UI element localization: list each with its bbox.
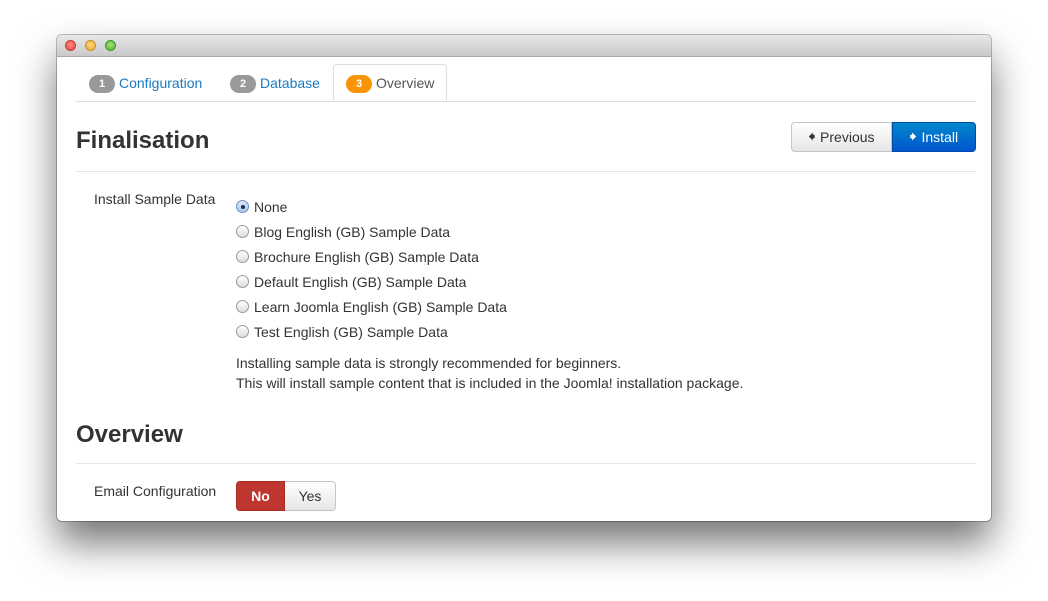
previous-button[interactable]: 🠸 Previous [791,122,892,152]
step-tabs: 1 Configuration 2 Database 3 Overview [76,64,976,102]
overview-heading: Overview [76,421,183,448]
help-line-2: This will install sample content that is… [236,375,744,391]
sample-data-radio-group: None Blog English (GB) Sample Data Broch… [236,194,507,344]
radio-button[interactable] [236,250,249,263]
radio-label: Blog English (GB) Sample Data [254,223,451,240]
install-label: Install [921,129,959,145]
install-button[interactable]: 🠺 Install [892,122,976,152]
arrow-left-icon: 🠸 [808,129,816,144]
arrow-right-icon: 🠺 [909,129,917,144]
radio-option-default[interactable]: Default English (GB) Sample Data [236,269,507,294]
email-configuration-label: Email Configuration [94,483,217,499]
radio-label: None [254,198,288,215]
tab-overview[interactable]: 3 Overview [333,64,448,101]
sample-data-help-text: Installing sample data is strongly recom… [236,353,743,393]
step-badge: 2 [230,75,256,93]
tab-database[interactable]: 2 Database [230,64,320,101]
navigation-buttons: 🠸 Previous 🠺 Install [791,122,976,152]
email-no-button[interactable]: No [236,481,285,511]
radio-option-test[interactable]: Test English (GB) Sample Data [236,319,507,344]
sample-data-label: Install Sample Data [94,191,216,207]
radio-option-none[interactable]: None [236,194,507,219]
step-badge: 3 [346,75,372,93]
previous-label: Previous [820,129,875,145]
radio-option-brochure[interactable]: Brochure English (GB) Sample Data [236,244,507,269]
help-line-1: Installing sample data is strongly recom… [236,355,622,371]
divider [76,463,976,464]
email-configuration-toggle: No Yes [236,481,336,511]
radio-button[interactable] [236,200,249,213]
radio-button[interactable] [236,275,249,288]
title-bar [57,35,991,57]
tab-label: Database [260,75,320,91]
tab-label: Configuration [119,75,203,91]
browser-window: 1 Configuration 2 Database 3 Overview Final… [57,35,991,521]
radio-label: Learn Joomla English (GB) Sample Data [254,298,507,315]
installer-content: 1 Configuration 2 Database 3 Overview Final… [76,57,976,521]
email-yes-button[interactable]: Yes [285,481,336,511]
finalisation-heading: Finalisation [76,127,210,154]
radio-option-learn[interactable]: Learn Joomla English (GB) Sample Data [236,294,507,319]
tab-label: Overview [376,75,435,91]
zoom-window-button[interactable] [105,40,116,51]
radio-button[interactable] [236,325,249,338]
radio-button[interactable] [236,300,249,313]
radio-label: Default English (GB) Sample Data [254,273,467,290]
close-window-button[interactable] [65,40,76,51]
radio-label: Brochure English (GB) Sample Data [254,248,479,265]
tab-configuration[interactable]: 1 Configuration [89,64,202,101]
minimize-window-button[interactable] [85,40,96,51]
divider [76,171,976,172]
radio-button[interactable] [236,225,249,238]
radio-label: Test English (GB) Sample Data [254,323,448,340]
radio-option-blog[interactable]: Blog English (GB) Sample Data [236,219,507,244]
step-badge: 1 [89,75,115,93]
